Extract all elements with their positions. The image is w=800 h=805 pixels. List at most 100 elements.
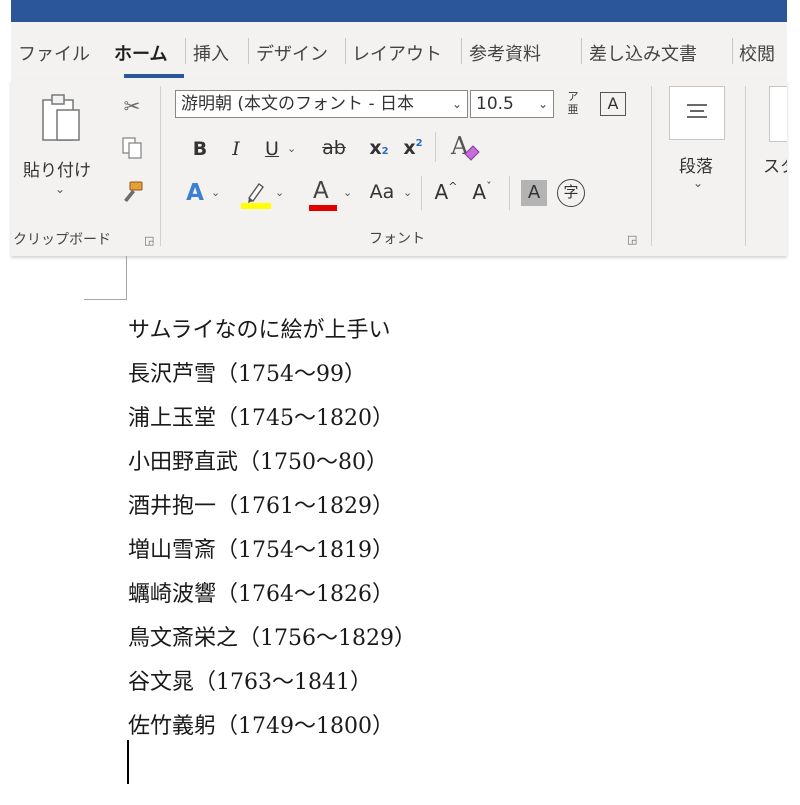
grow-font-label: A [434,180,449,204]
chevron-down-icon: ⌄ [55,182,66,196]
tab-divider [185,38,186,64]
ribbon-tab-bar: ファイル ホーム 挿入 デザイン レイアウト 参考資料 差し込み文書 校閲 [11,22,787,80]
font-color-label: A [313,178,329,204]
enclose-characters-button[interactable]: 字 [557,179,585,207]
title-bar [11,0,787,22]
character-border-icon: A [607,94,619,113]
clipboard-group: 貼り付け ⌄ ✂ クリップボード ◲ [13,84,161,248]
button-divider [509,176,510,210]
document-line[interactable]: 増山雪斎（1754～1819） [128,532,394,564]
font-name-value: 游明朝 (本文のフォント - 日本 [181,94,414,114]
font-dialog-launcher-icon[interactable]: ◲ [627,233,637,246]
italic-button[interactable]: I [225,138,247,160]
document-line[interactable]: 長沢芦雪（1754～99） [128,356,366,388]
text-cursor [127,740,129,784]
clear-formatting-icon: A [450,132,480,161]
chevron-down-icon: ⌄ [693,176,704,190]
paragraph-group: 段落 ⌄ [661,80,751,256]
highlight-color-swatch [241,203,271,209]
button-divider [421,176,422,210]
underline-dropdown-icon[interactable]: ⌄ [287,142,296,155]
font-name-combobox[interactable]: 游明朝 (本文のフォント - 日本 ⌄ [175,90,468,118]
paintbrush-icon [124,181,143,202]
chevron-down-icon: ⌄ [537,97,548,111]
subscript-mark: 2 [381,146,389,157]
document-line[interactable]: サムライなのに絵が上手い [128,312,390,344]
caret-up-icon: ^ [448,180,458,193]
tab-layout[interactable]: レイアウト [352,40,442,66]
clipboard-group-label: クリップボード [13,232,111,248]
scissors-icon: ✂ [123,94,141,118]
font-size-combobox[interactable]: 10.5 ⌄ [470,90,554,118]
paragraph-label: 段落 [679,157,713,177]
document-line[interactable]: 鳥文斎栄之（1756～1829） [128,620,416,652]
underline-button[interactable]: U [261,138,283,160]
cut-button[interactable]: ✂ [119,94,145,120]
tab-divider [345,38,346,64]
font-color-swatch [309,205,337,211]
tab-divider [248,38,249,64]
group-divider [160,86,161,246]
document-line[interactable]: 浦上玉堂（1745～1820） [128,400,394,432]
page-margin-marker [84,299,127,300]
grow-font-button[interactable]: A^ [431,180,461,204]
document-line[interactable]: 酒井抱一（1761～1829） [128,488,394,520]
chevron-down-icon[interactable]: ⌄ [275,186,284,199]
caret-down-icon: ˇ [486,180,492,193]
styles-gallery[interactable] [769,86,787,142]
paste-label: 貼り付け [23,161,91,181]
font-group-label: フォント [369,231,425,247]
tab-design[interactable]: デザイン [256,40,328,66]
subscript-label: x [369,137,382,159]
tab-insert[interactable]: 挿入 [193,40,229,66]
font-color-button[interactable]: A [307,178,337,212]
tab-divider [581,38,582,64]
font-group: 游明朝 (本文のフォント - 日本 ⌄ 10.5 ⌄ ア亜 A B I U ⌄ … [163,80,651,256]
superscript-mark: 2 [415,138,423,149]
chevron-down-icon: ⌄ [451,97,462,111]
active-tab-indicator [124,74,184,78]
ribbon: 貼り付け ⌄ ✂ クリップボード ◲ 游明朝 (本文のフォント - 日本 ⌄ 1… [11,80,787,256]
document-line[interactable]: 蠣崎波響（1764～1826） [128,576,394,608]
button-divider [435,132,436,162]
clipboard-icon [42,94,80,141]
paragraph-button[interactable] [669,86,725,140]
strikethrough-button[interactable]: ab [317,137,351,159]
copy-icon [122,137,142,159]
paragraph-align-icon [687,104,707,118]
chevron-down-icon[interactable]: ⌄ [211,186,220,199]
change-case-button[interactable]: Aa [365,181,399,203]
clear-formatting-button[interactable]: A [449,132,483,164]
phonetic-guide-button[interactable]: ア亜 [562,90,584,118]
shrink-font-label: A [472,180,487,204]
chevron-down-icon[interactable]: ⌄ [403,186,412,199]
highlight-color-button[interactable] [239,178,271,212]
superscript-button[interactable]: x2 [401,137,425,159]
chevron-down-icon[interactable]: ⌄ [343,186,352,199]
document-line[interactable]: 小田野直武（1750～80） [128,444,388,476]
superscript-label: x [403,137,416,159]
shrink-font-button[interactable]: Aˇ [467,180,497,204]
character-border-button[interactable]: A [600,92,626,116]
tab-references[interactable]: 参考資料 [469,40,541,66]
styles-label: スタ [763,157,787,177]
tab-mailings[interactable]: 差し込み文書 [589,40,697,66]
text-effects-button[interactable]: A [181,180,209,206]
group-divider [745,86,746,246]
tab-review[interactable]: 校閲 [739,40,775,66]
format-painter-button[interactable] [119,180,145,206]
bold-button[interactable]: B [189,138,211,160]
character-shading-button[interactable]: A [521,180,547,206]
page-margin-marker [126,256,127,300]
copy-button[interactable] [119,136,145,162]
subscript-button[interactable]: x2 [367,137,391,159]
tab-file[interactable]: ファイル [18,40,90,66]
document-line[interactable]: 佐竹義躬（1749～1800） [128,708,394,740]
group-divider [651,86,652,246]
font-size-value: 10.5 [476,94,514,114]
styles-group: スタ [755,80,787,256]
paste-button[interactable]: 貼り付け ⌄ [21,90,101,200]
clipboard-dialog-launcher-icon[interactable]: ◲ [144,234,154,247]
tab-home[interactable]: ホーム [114,40,167,66]
document-line[interactable]: 谷文晁（1763～1841） [128,664,372,696]
